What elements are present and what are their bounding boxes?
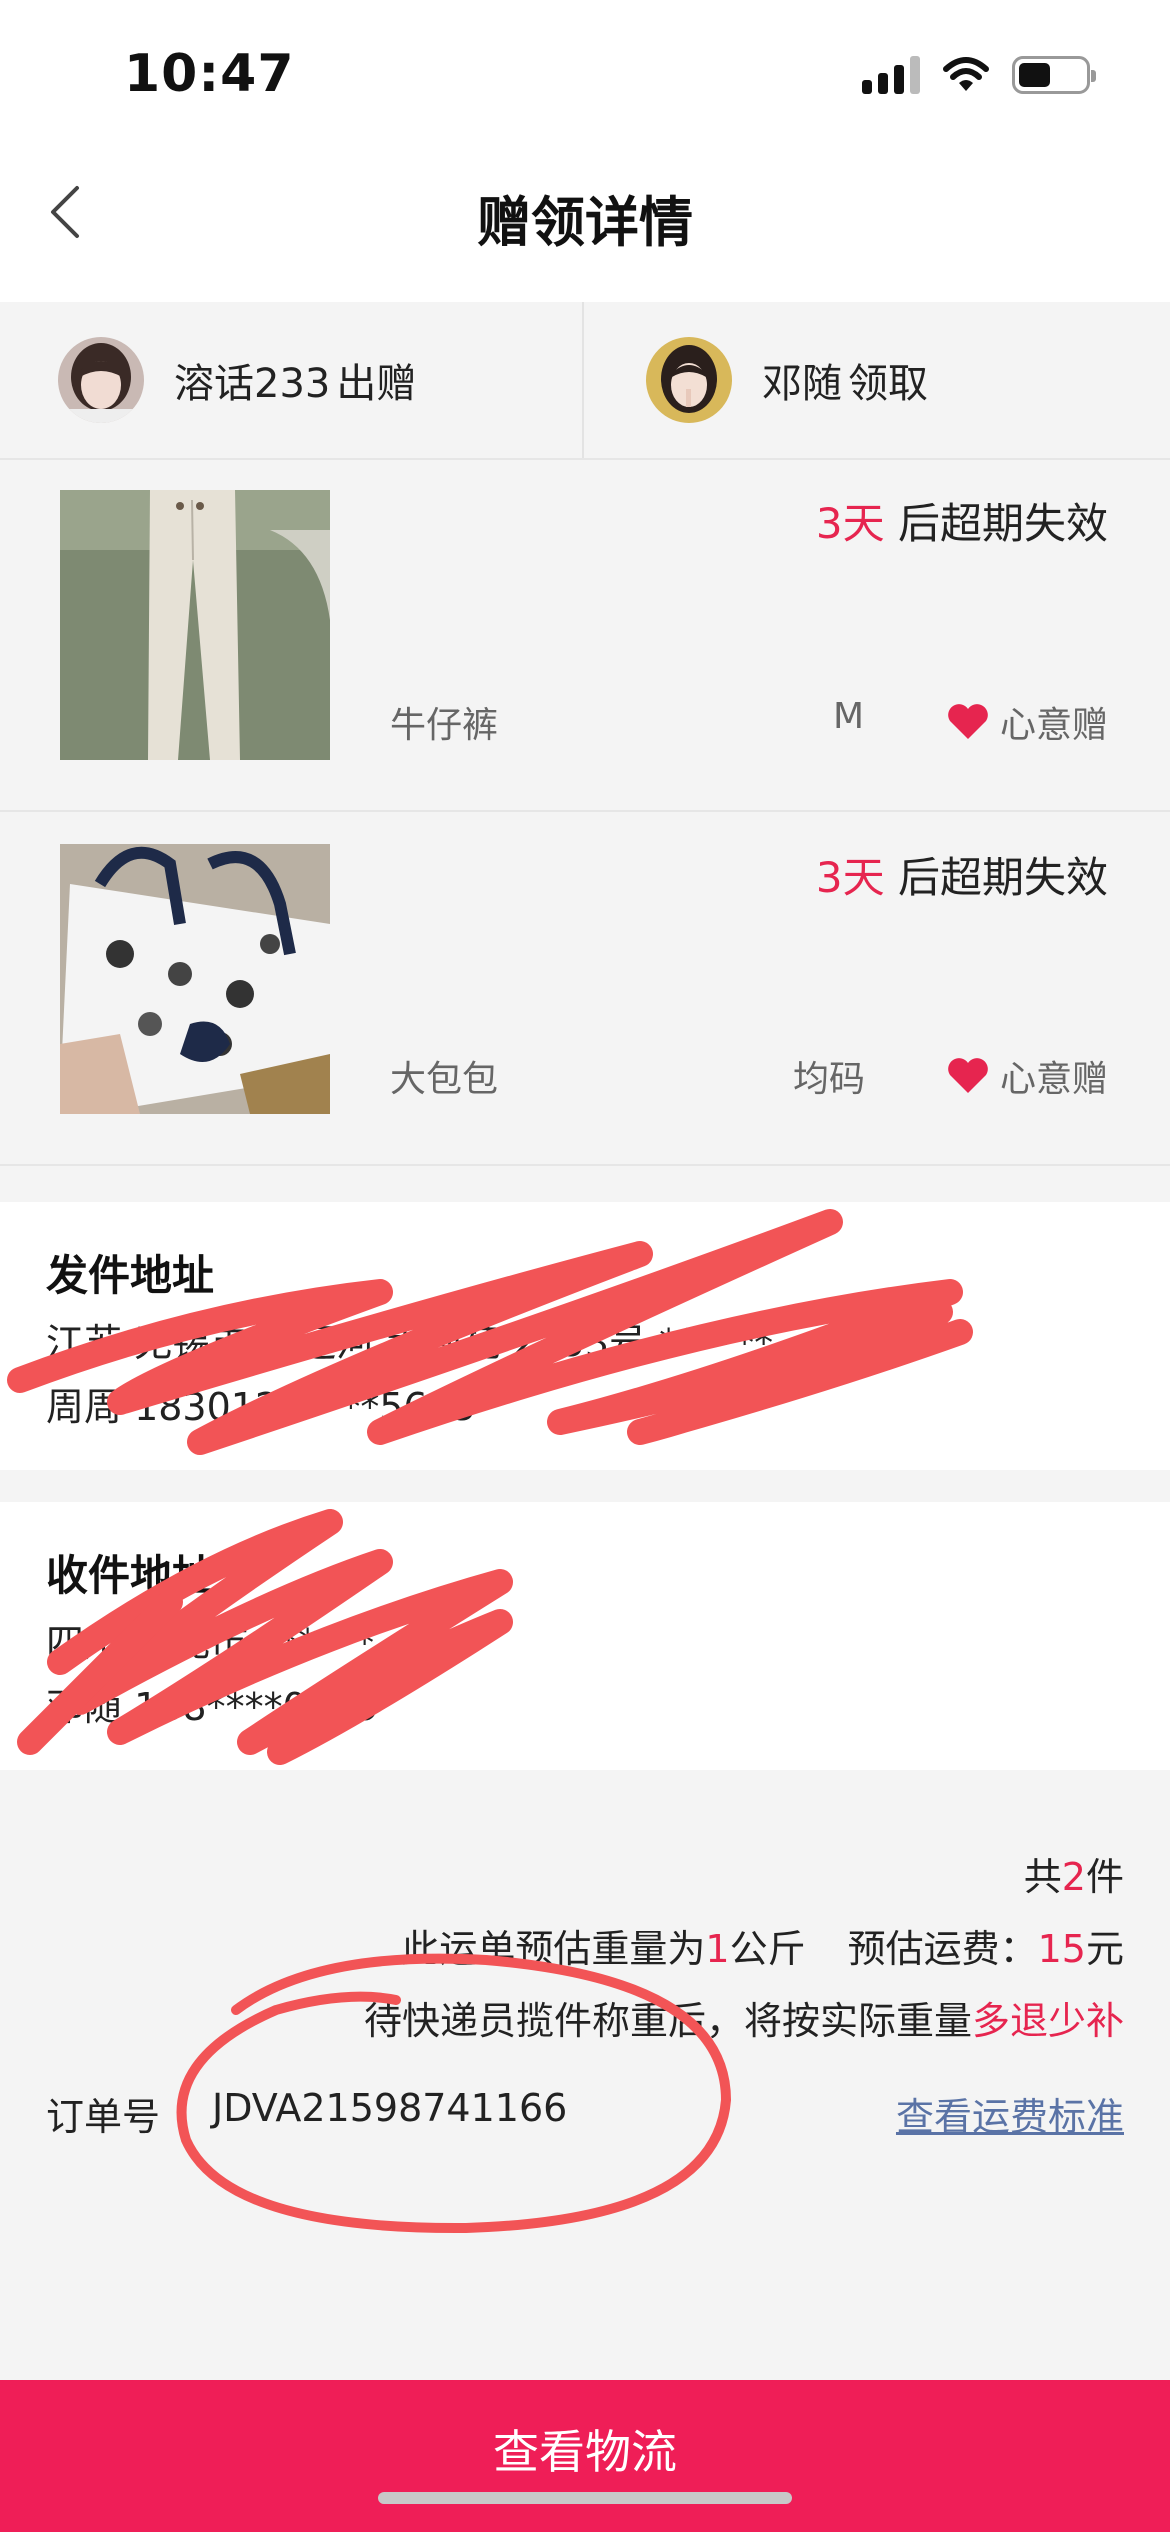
wifi-icon (943, 57, 989, 91)
sender-address-section: 发件地址 江苏 无锡市 古运河 大观苑 2353号 ****** 周周 1830… (0, 1202, 1170, 1470)
expire-days: 3天 (815, 499, 885, 548)
status-icons (862, 56, 1096, 94)
gift-item[interactable]: 3天 后超期失效 牛仔裤 M 心意赠 (0, 460, 1170, 812)
sender-contact-line: 周周 1830120****5635 (46, 1385, 477, 1429)
gift-item[interactable]: 3天 后超期失效 大包包 均码 心意赠 (0, 814, 1170, 1166)
status-time: 10:47 (124, 44, 295, 104)
heart-icon (948, 1058, 988, 1093)
order-number-label: 订单号 (46, 2095, 161, 2139)
giver-action: 出赠 (336, 361, 417, 407)
circle-annotation (176, 1953, 732, 2234)
receiver-avatar[interactable] (646, 337, 732, 423)
home-indicator[interactable] (378, 2492, 792, 2504)
item-image-bag[interactable] (60, 844, 330, 1114)
receiver-address-line: 四川 南充市 ****** (46, 1621, 375, 1665)
giver-avatar[interactable] (58, 337, 144, 423)
sender-address-title: 发件地址 (46, 1251, 215, 1300)
gift-tag-label: 心意赠 (999, 705, 1108, 746)
receiver-name: 邓随 (762, 361, 842, 407)
expire-text: 后超期失效 (897, 499, 1108, 548)
view-logistics-button[interactable]: 查看物流 (0, 2380, 1170, 2532)
order-summary: 共2件 此运单预估重量为1公斤 预估运费：15元 待快递员揽件称重后，将按实际重量… (0, 1770, 1170, 2380)
gift-tag-label: 心意赠 (999, 1059, 1108, 1100)
item-count: 共2件 (1023, 1855, 1124, 1899)
expire-notice: 3天 后超期失效 (816, 490, 1108, 551)
gift-tag: 心意赠 (946, 696, 1108, 748)
navigation-bar: 赠领详情 (0, 150, 1170, 302)
receiver-info[interactable]: 邓随 领取 (582, 302, 1170, 458)
receiver-address-title: 收件地址 (46, 1551, 215, 1600)
receiver-action: 领取 (848, 361, 928, 407)
freight-standard-link[interactable]: 查看运费标准 (896, 2086, 1124, 2141)
expire-notice: 3天 后超期失效 (816, 844, 1108, 905)
item-size: M (833, 696, 865, 737)
gift-tag: 心意赠 (946, 1050, 1108, 1102)
expire-text: 后超期失效 (897, 853, 1108, 902)
item-size: 均码 (793, 1059, 866, 1100)
heart-icon (948, 704, 988, 739)
giver-name: 溶话233 (174, 361, 331, 407)
status-bar: 10:47 (0, 0, 1170, 150)
item-name: 大包包 (390, 1059, 499, 1100)
participants-row: 溶话233 出赠 邓随 领取 (0, 302, 1170, 460)
page-title: 赠领详情 (477, 191, 693, 254)
item-image-jeans[interactable] (60, 490, 330, 760)
battery-icon (1012, 56, 1096, 94)
receiver-address-section: 收件地址 四川 南充市 ****** 邓随 188****0419 (0, 1502, 1170, 1770)
giver-info[interactable]: 溶话233 出赠 (0, 302, 582, 458)
cellular-signal-icon (862, 56, 920, 94)
expire-days: 3天 (815, 853, 885, 902)
sender-address-line: 江苏 无锡市 古运河 大观苑 2353号 ****** (46, 1321, 774, 1365)
receiver-contact-line: 邓随 188****0419 (46, 1685, 380, 1729)
item-name: 牛仔裤 (390, 705, 499, 746)
